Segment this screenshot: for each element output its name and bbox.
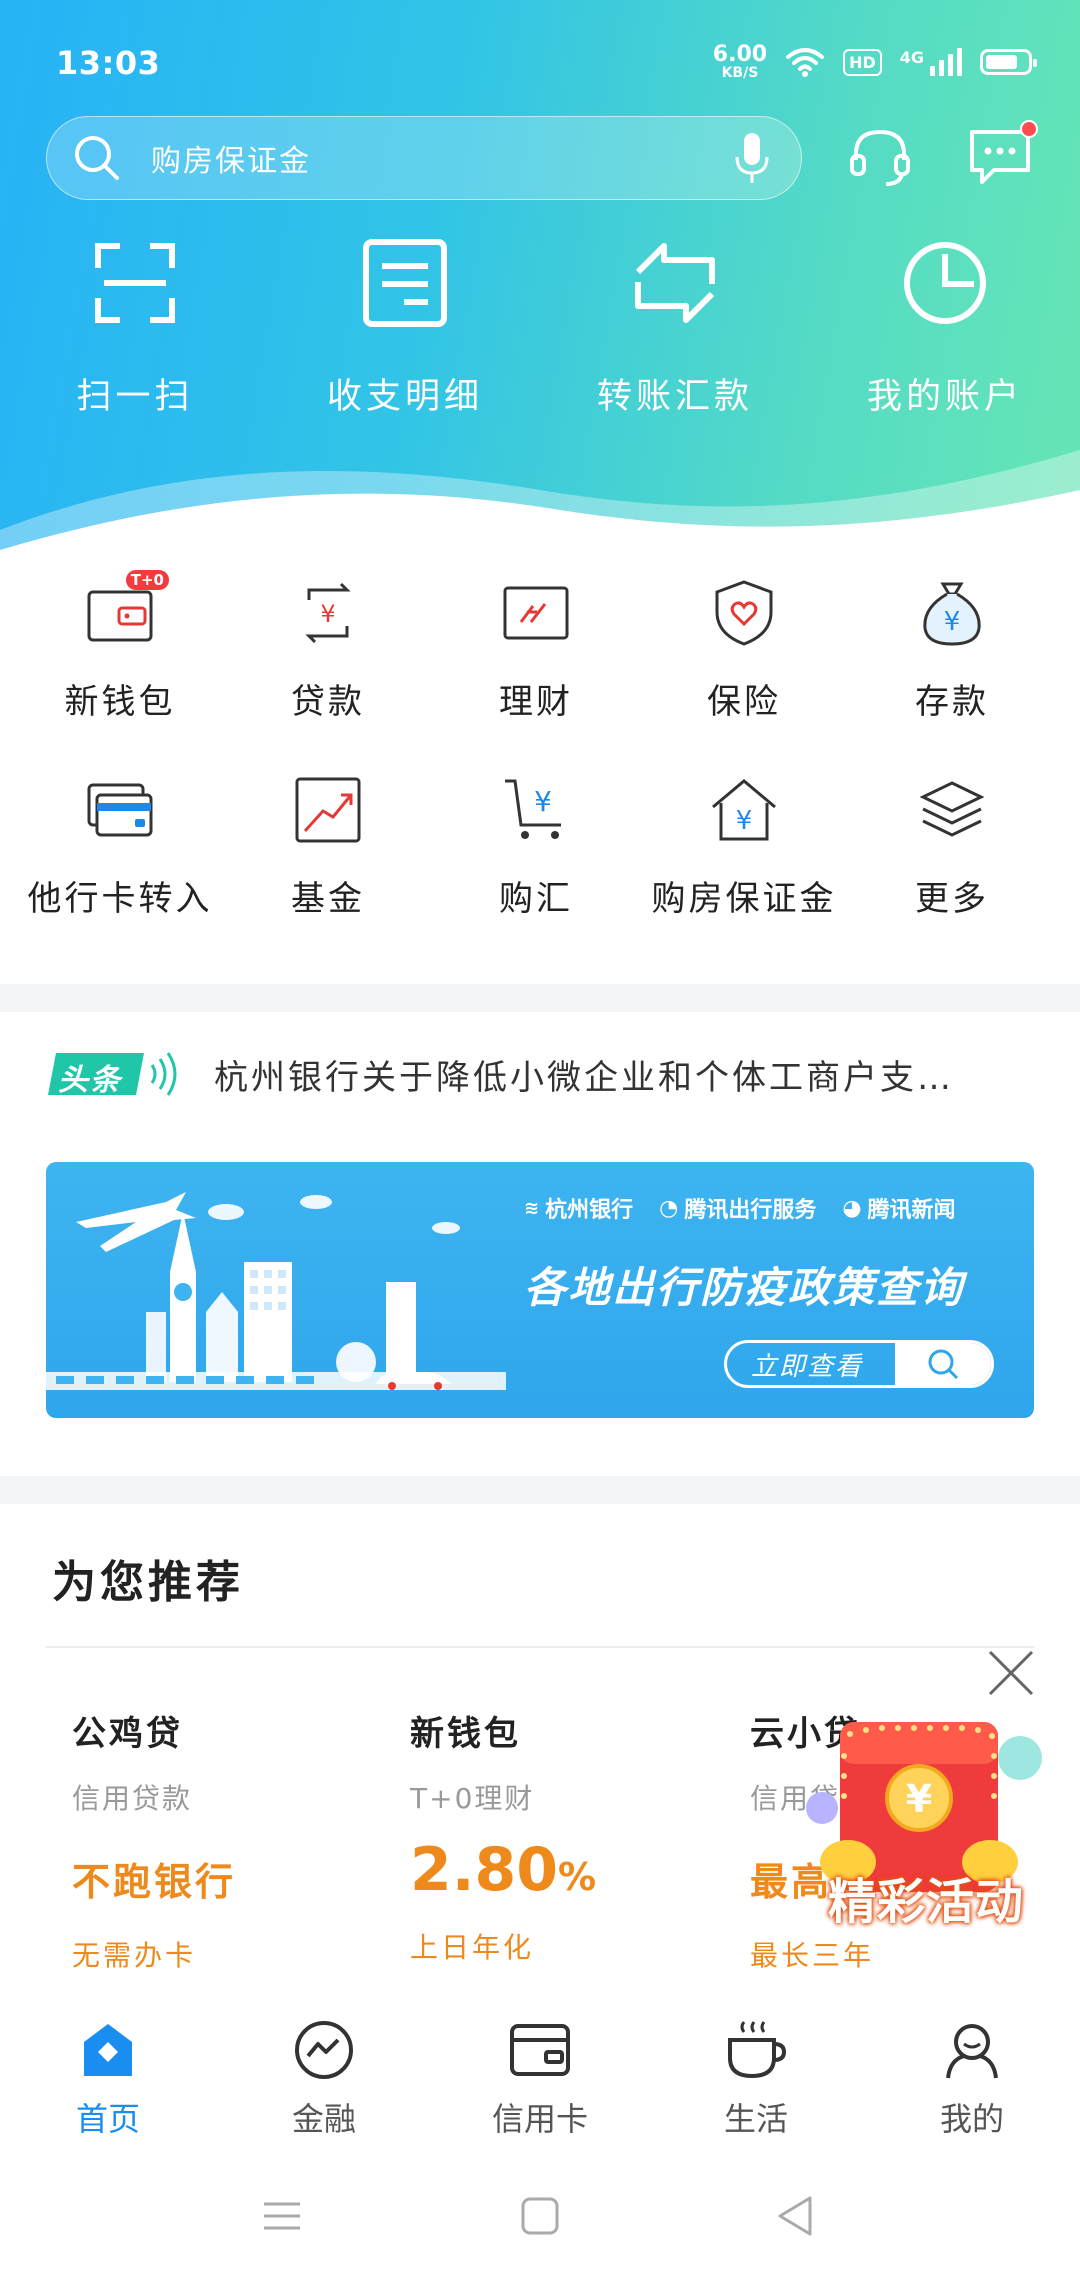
service-wealth[interactable]: 理财 — [432, 578, 640, 723]
quick-action-statement[interactable]: 收支明细 — [270, 238, 540, 419]
close-promo-icon[interactable] — [986, 1648, 1036, 1698]
tab-credit-card[interactable]: 信用卡 — [432, 2004, 648, 2154]
coffee-cup-icon — [728, 2021, 787, 2079]
loan-icon: ¥ — [305, 582, 351, 644]
section-divider — [0, 984, 1080, 1012]
statement-icon — [363, 239, 447, 327]
unread-dot — [1020, 120, 1038, 138]
status-bar: 13:03 6.00 KB/S HD 4G — [0, 0, 1080, 128]
recommend-item[interactable]: 新钱包 T+0理财 2.80% 上日年化 — [410, 1706, 710, 1966]
bottom-tab-bar: 首页 金融 信用卡 生活 我的 — [0, 2004, 1080, 2154]
banner-search-icon-wrap — [895, 1343, 991, 1385]
transfer-icon — [635, 243, 715, 323]
svg-text:¥: ¥ — [906, 1777, 932, 1821]
status-icons: 6.00 KB/S HD 4G — [712, 42, 1037, 81]
quick-actions: 扫一扫 收支明细 转账汇款 我的账户 — [0, 238, 1080, 419]
promo-label: 精彩活动 — [827, 1874, 1024, 1930]
headline-ticker[interactable]: 头条 杭州银行关于降低小微企业和个体工商户支… — [48, 1042, 1038, 1106]
account-pie-icon — [904, 242, 986, 324]
tab-finance[interactable]: 金融 — [216, 2004, 432, 2154]
tencent-news-logo: ◕ 腾讯新闻 — [842, 1195, 956, 1224]
home-nav-icon[interactable] — [516, 2192, 564, 2240]
rate-value: 2.80% — [410, 1835, 597, 1905]
hangzhou-bank-logo: ≋ 杭州银行 — [524, 1197, 634, 1224]
home-screen: 13:03 6.00 KB/S HD 4G 购房保证金 扫一扫 收支明细 转账汇… — [0, 0, 1080, 2280]
promo-red-envelope[interactable]: ¥ 精彩活动 — [806, 1712, 1046, 1952]
insurance-shield-icon — [715, 580, 773, 646]
more-layers-icon — [919, 781, 985, 837]
microphone-icon[interactable] — [733, 129, 771, 187]
recommend-title: 为您推荐 — [52, 1557, 244, 1608]
deposit-bag-icon: ¥ — [923, 582, 981, 646]
service-buy-forex[interactable]: ¥ 购汇 — [432, 775, 640, 920]
svg-text:¥: ¥ — [320, 600, 335, 628]
fx-cart-icon: ¥ — [505, 779, 561, 839]
home-icon — [84, 2024, 132, 2076]
battery-icon — [980, 49, 1037, 75]
wealth-icon — [503, 586, 569, 640]
finance-icon — [295, 2021, 353, 2079]
service-card-transfer-in[interactable]: 他行卡转入 — [16, 775, 224, 920]
svg-text:¥: ¥ — [736, 806, 753, 836]
card-transfer-icon — [87, 783, 153, 837]
city-skyline-illustration — [46, 1192, 506, 1390]
service-deposit[interactable]: ¥ 存款 — [848, 578, 1056, 723]
recommend-divider — [46, 1646, 1034, 1648]
service-new-wallet[interactable]: T+0 新钱包 — [16, 570, 224, 723]
service-grid: T+0 新钱包 ¥ 贷款 理财 保险 ¥ 存款 他行卡转入 基金 ¥ 购汇 ¥ … — [16, 570, 1056, 920]
status-time: 13:03 — [56, 44, 161, 82]
service-house-deposit[interactable]: ¥ 购房保证金 — [640, 775, 848, 920]
header-wave — [0, 450, 1080, 580]
profile-icon — [946, 2024, 998, 2079]
svg-text:¥: ¥ — [534, 785, 552, 818]
house-deposit-icon: ¥ — [712, 779, 776, 841]
system-nav-bar — [0, 2154, 1080, 2280]
hd-icon: HD — [843, 48, 882, 76]
signal-icon: 4G — [900, 48, 962, 76]
quick-action-scan[interactable]: 扫一扫 — [0, 238, 270, 419]
network-speed: 6.00 KB/S — [712, 42, 768, 81]
recommend-item[interactable]: 公鸡贷 信用贷款 不跑银行 无需办卡 — [72, 1706, 372, 1974]
tab-home[interactable]: 首页 — [0, 2004, 216, 2154]
tab-life[interactable]: 生活 — [648, 2004, 864, 2154]
service-fund[interactable]: 基金 — [224, 775, 432, 920]
search-icon — [75, 136, 119, 180]
service-more[interactable]: 更多 — [848, 775, 1056, 920]
section-divider — [0, 1476, 1080, 1504]
travel-policy-banner[interactable]: ≋ 杭州银行 ◔ 腾讯出行服务 ◕ 腾讯新闻 各地出行防疫政策查询 立即查看 — [46, 1162, 1034, 1418]
service-insurance[interactable]: 保险 — [640, 578, 848, 723]
tencent-travel-logo: ◔ 腾讯出行服务 — [659, 1195, 817, 1224]
partner-logos: ≋ 杭州银行 ◔ 腾讯出行服务 ◕ 腾讯新闻 — [524, 1192, 956, 1224]
quick-action-transfer[interactable]: 转账汇款 — [540, 238, 810, 419]
wifi-icon — [786, 48, 825, 77]
headline-text: 杭州银行关于降低小微企业和个体工商户支… — [214, 1057, 954, 1098]
message-button[interactable] — [966, 120, 1038, 190]
back-nav-icon[interactable] — [772, 2192, 820, 2240]
svg-text:¥: ¥ — [944, 607, 961, 637]
tab-mine[interactable]: 我的 — [864, 2004, 1080, 2154]
credit-card-icon — [510, 2024, 570, 2076]
headline-tag: 头条 — [48, 1047, 182, 1101]
search-icon — [928, 1349, 959, 1380]
search-bar[interactable]: 购房保证金 — [46, 116, 802, 200]
scan-icon — [95, 243, 175, 323]
search-placeholder: 购房保证金 — [151, 144, 311, 179]
fund-chart-icon — [295, 777, 361, 843]
menu-nav-icon[interactable] — [258, 2192, 306, 2240]
banner-title: 各地出行防疫政策查询 — [524, 1263, 965, 1312]
t0-badge: T+0 — [125, 570, 169, 590]
banner-view-button[interactable]: 立即查看 — [724, 1340, 994, 1388]
customer-service-headset-icon[interactable] — [846, 122, 914, 190]
service-loan[interactable]: ¥ 贷款 — [224, 578, 432, 723]
quick-action-my-account[interactable]: 我的账户 — [810, 238, 1080, 419]
